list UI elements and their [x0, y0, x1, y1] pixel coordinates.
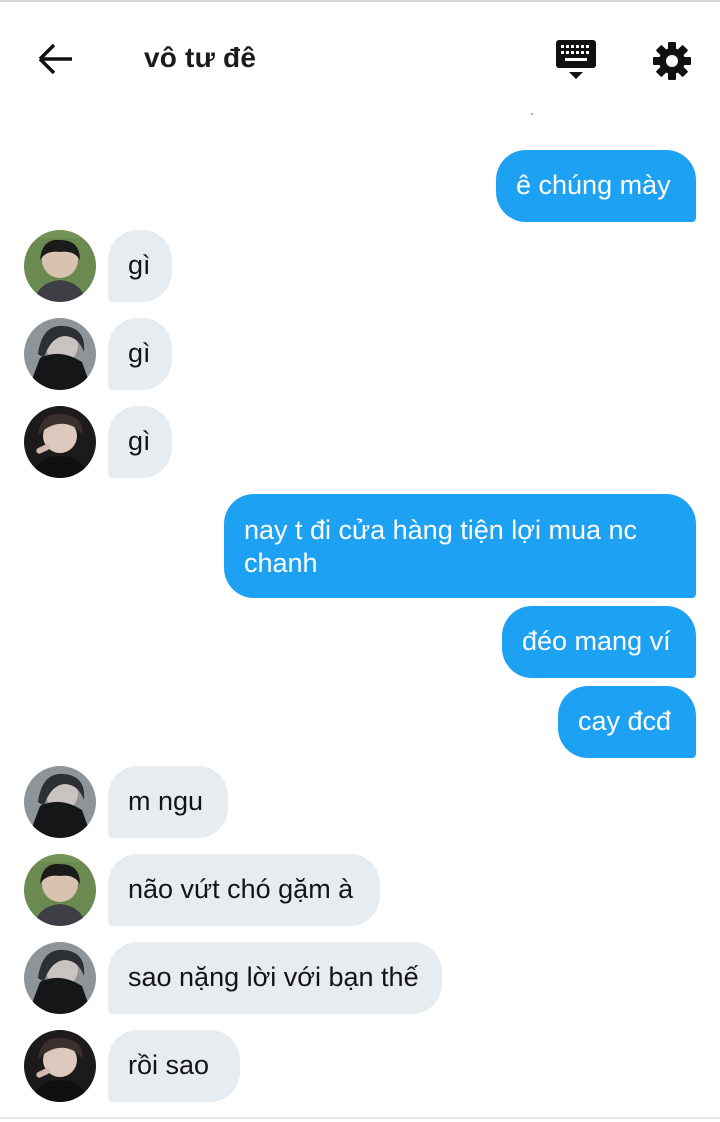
message-outgoing[interactable]: ê chúng mày	[496, 150, 696, 222]
sender-avatar[interactable]	[24, 854, 96, 926]
message-incoming[interactable]: gì	[108, 318, 172, 390]
bottom-border	[0, 1117, 720, 1119]
sender-avatar[interactable]	[24, 766, 96, 838]
keyboard-button[interactable]	[552, 38, 600, 84]
settings-button[interactable]	[648, 38, 696, 84]
message-incoming[interactable]: gì	[108, 230, 172, 302]
sender-avatar[interactable]	[24, 1030, 96, 1102]
chat-header: vô tư đê	[0, 2, 720, 112]
scroll-indicator	[531, 113, 533, 115]
sender-avatar[interactable]	[24, 230, 96, 302]
message-incoming[interactable]: sao nặng lời với bạn thế	[108, 942, 442, 1014]
sender-avatar[interactable]	[24, 318, 96, 390]
message-outgoing[interactable]: cay đcđ	[558, 686, 696, 758]
arrow-left-icon	[38, 43, 72, 75]
message-incoming[interactable]: não vứt chó gặm à	[108, 854, 380, 926]
conversation-title: vô tư đê	[144, 42, 257, 73]
message-outgoing[interactable]: đéo mang ví	[502, 606, 696, 678]
message-incoming[interactable]: rồi sao	[108, 1030, 240, 1102]
sender-avatar[interactable]	[24, 406, 96, 478]
message-outgoing[interactable]: nay t đi cửa hàng tiện lợi mua nc chanh	[224, 494, 696, 598]
sender-avatar[interactable]	[24, 942, 96, 1014]
gear-icon	[653, 42, 691, 80]
message-incoming[interactable]: gì	[108, 406, 172, 478]
back-button[interactable]	[30, 36, 82, 82]
keyboard-icon	[556, 40, 596, 79]
message-incoming[interactable]: m ngu	[108, 766, 228, 838]
